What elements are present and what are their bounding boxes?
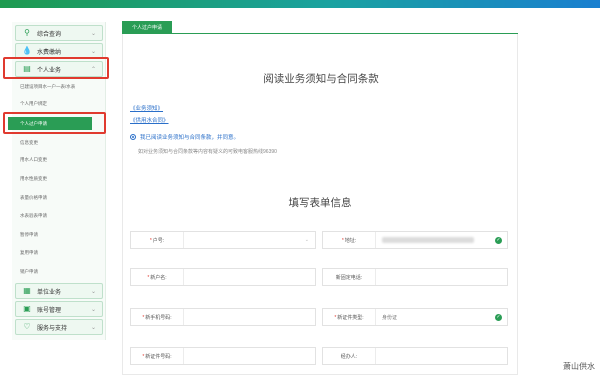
agree-label: 我已阅读业务须知与合同条款，并同意。 (140, 135, 240, 141)
chevron-down-icon: ⌄ (90, 30, 96, 37)
field-new-phone: 新固定电话: (322, 268, 508, 286)
required-mark: * (149, 237, 152, 244)
field-new-id-number: *新证件号码: (130, 347, 316, 365)
account-no-select[interactable]: ⌄ (183, 232, 315, 248)
watermark: 萧山供水 (563, 362, 595, 371)
address-input[interactable]: ✓ (375, 232, 507, 248)
sidebar-item-query[interactable]: ⚲ 综合查询 ⌄ (15, 25, 103, 41)
required-mark: * (341, 237, 344, 244)
highlight-box-personal (3, 57, 109, 79)
water-contract-link[interactable]: 《供用水合同》 (130, 116, 169, 124)
chevron-down-icon: ⌄ (90, 48, 96, 55)
sidebar-subitem[interactable]: 暂停申请 (8, 228, 92, 241)
id-type-select[interactable]: 身份证 ✓ (375, 309, 507, 325)
chevron-down-icon: ⌄ (304, 237, 309, 243)
heart-icon: ♡ (23, 322, 31, 331)
field-agent: 经办人: (322, 347, 508, 365)
required-mark: * (147, 274, 150, 281)
sidebar-subitem[interactable]: 已建设项目水一户一表/水表 (8, 80, 92, 93)
sidebar-subitem[interactable]: 表量价格申请 (8, 191, 92, 204)
sidebar-subitem[interactable]: 用水性质变更 (8, 172, 92, 185)
building-icon: ▦ (23, 286, 31, 295)
water-drop-icon: 💧 (22, 46, 32, 55)
field-address: *地址: ✓ (322, 231, 508, 249)
chevron-down-icon: ⌄ (90, 324, 96, 331)
sidebar-item-account[interactable]: ▣ 账号管理 ⌄ (15, 301, 103, 317)
page-title: 阅读业务须知与合同条款 (263, 73, 379, 85)
required-mark: * (142, 353, 145, 360)
new-id-number-input[interactable] (183, 348, 315, 364)
field-new-mobile: *新手机号码: (130, 308, 316, 326)
sidebar-item-support[interactable]: ♡ 服务与支持 ⌄ (15, 319, 103, 335)
top-gradient-bar (0, 0, 600, 8)
redacted-value (382, 237, 474, 243)
sidebar-subitem[interactable]: 信息变更 (8, 136, 92, 149)
sidebar-subitem[interactable]: 用水人口变更 (8, 153, 92, 166)
field-new-name: *新户名: (130, 268, 316, 286)
new-mobile-input[interactable] (183, 309, 315, 325)
agent-input[interactable] (375, 348, 507, 364)
sidebar-subitem[interactable]: 复用申请 (8, 246, 92, 259)
agree-radio[interactable]: 我已阅读业务须知与合同条款，并同意。 (130, 133, 239, 141)
sidebar-subitem[interactable]: 水表验表申请 (8, 209, 92, 222)
new-phone-input[interactable] (375, 269, 507, 285)
form-title: 填写表单信息 (288, 197, 352, 209)
search-icon: ⚲ (24, 28, 30, 37)
sidebar-subitem[interactable]: 销户申请 (8, 265, 92, 278)
check-circle-icon: ✓ (495, 237, 502, 244)
chevron-down-icon: ⌄ (90, 306, 96, 313)
hotline-note: 如对业务须知与合同条款等内容有疑义的可致电客服热线96390 (138, 149, 277, 155)
sidebar-subitem[interactable]: 个人用户绑定 (8, 97, 92, 110)
new-name-input[interactable] (183, 269, 315, 285)
id-card-icon: ▣ (23, 304, 31, 313)
required-mark: * (334, 314, 337, 321)
check-circle-icon: ✓ (495, 314, 502, 321)
radio-checked-icon[interactable] (130, 134, 136, 140)
sidebar-item-business[interactable]: ▦ 单位业务 ⌄ (15, 283, 103, 299)
chevron-down-icon: ⌄ (90, 288, 96, 295)
field-new-id-type: *新证件类型: 身份证 ✓ (322, 308, 508, 326)
required-mark: * (142, 314, 145, 321)
highlight-box-transfer (3, 112, 106, 134)
business-notice-link[interactable]: 《业务须知》 (130, 104, 163, 112)
field-account-no: *户号: ⌄ (130, 231, 316, 249)
